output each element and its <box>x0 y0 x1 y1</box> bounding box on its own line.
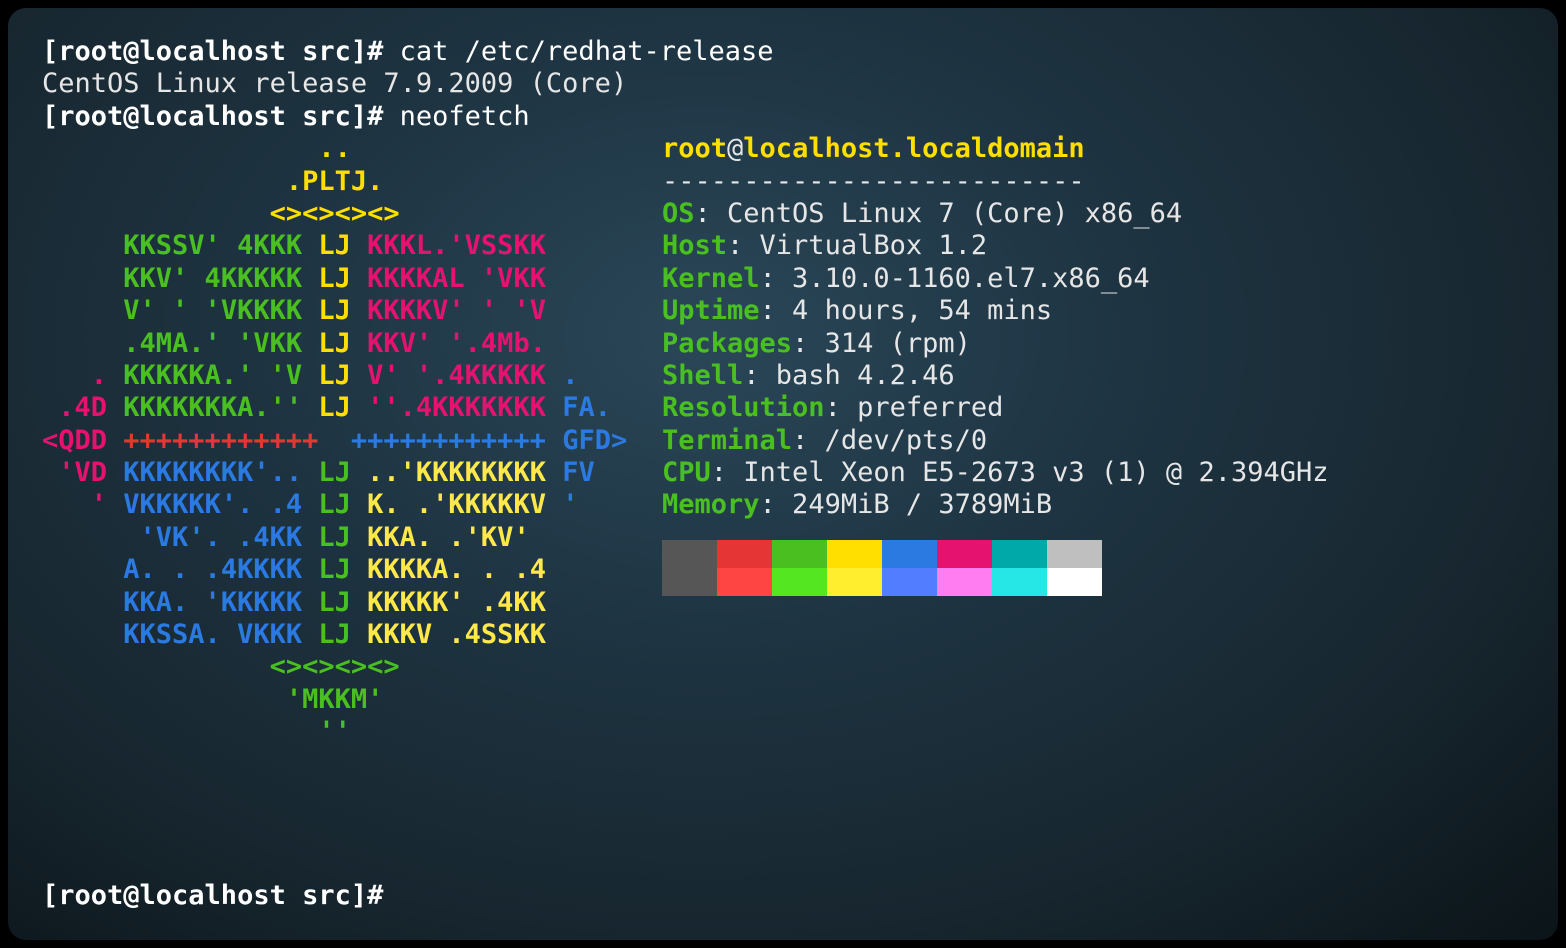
shell-prompt[interactable]: [root@localhost src]# <box>42 880 400 911</box>
term-line: [root@localhost src]# <box>42 880 400 912</box>
color-palette <box>662 540 1329 596</box>
color-swatch <box>882 568 937 596</box>
info-row: Uptime: 4 hours, 54 mins <box>662 295 1329 327</box>
command-text: cat /etc/redhat-release <box>400 36 774 67</box>
info-row: Packages: 314 (rpm) <box>662 328 1329 360</box>
info-title: root@localhost.localdomain <box>662 133 1329 165</box>
info-row: Shell: bash 4.2.46 <box>662 360 1329 392</box>
command-output: CentOS Linux release 7.9.2009 (Core) <box>42 68 1524 100</box>
color-swatch <box>717 568 772 596</box>
color-swatch <box>937 540 992 568</box>
info-row: Memory: 249MiB / 3789MiB <box>662 489 1329 521</box>
system-info: root@localhost.localdomain -------------… <box>662 133 1329 596</box>
neofetch-output: .. .PLTJ. <><><><> KKSSV' 4KKK LJ KKKL.'… <box>42 133 1524 748</box>
color-swatch <box>827 568 882 596</box>
color-swatch <box>772 540 827 568</box>
color-swatch <box>662 540 717 568</box>
color-swatch <box>827 540 882 568</box>
command-text: neofetch <box>400 101 530 132</box>
color-swatch <box>882 540 937 568</box>
ascii-logo: .. .PLTJ. <><><><> KKSSV' 4KKK LJ KKKL.'… <box>42 133 662 748</box>
term-line: [root@localhost src]# cat /etc/redhat-re… <box>42 36 1524 68</box>
color-swatch <box>1047 540 1102 568</box>
info-row: OS: CentOS Linux 7 (Core) x86_64 <box>662 198 1329 230</box>
info-row: Terminal: /dev/pts/0 <box>662 425 1329 457</box>
info-row: Resolution: preferred <box>662 392 1329 424</box>
terminal-window[interactable]: [root@localhost src]# cat /etc/redhat-re… <box>8 8 1558 940</box>
info-row: Host: VirtualBox 1.2 <box>662 230 1329 262</box>
color-swatch <box>992 540 1047 568</box>
term-line: [root@localhost src]# neofetch <box>42 101 1524 133</box>
color-swatch <box>937 568 992 596</box>
color-swatch <box>992 568 1047 596</box>
color-swatch <box>772 568 827 596</box>
shell-prompt: [root@localhost src]# <box>42 36 400 67</box>
color-swatch <box>1047 568 1102 596</box>
info-separator: -------------------------- <box>662 166 1329 198</box>
info-row: CPU: Intel Xeon E5-2673 v3 (1) @ 2.394GH… <box>662 457 1329 489</box>
shell-prompt: [root@localhost src]# <box>42 101 400 132</box>
info-row: Kernel: 3.10.0-1160.el7.x86_64 <box>662 263 1329 295</box>
color-swatch <box>662 568 717 596</box>
color-swatch <box>717 540 772 568</box>
